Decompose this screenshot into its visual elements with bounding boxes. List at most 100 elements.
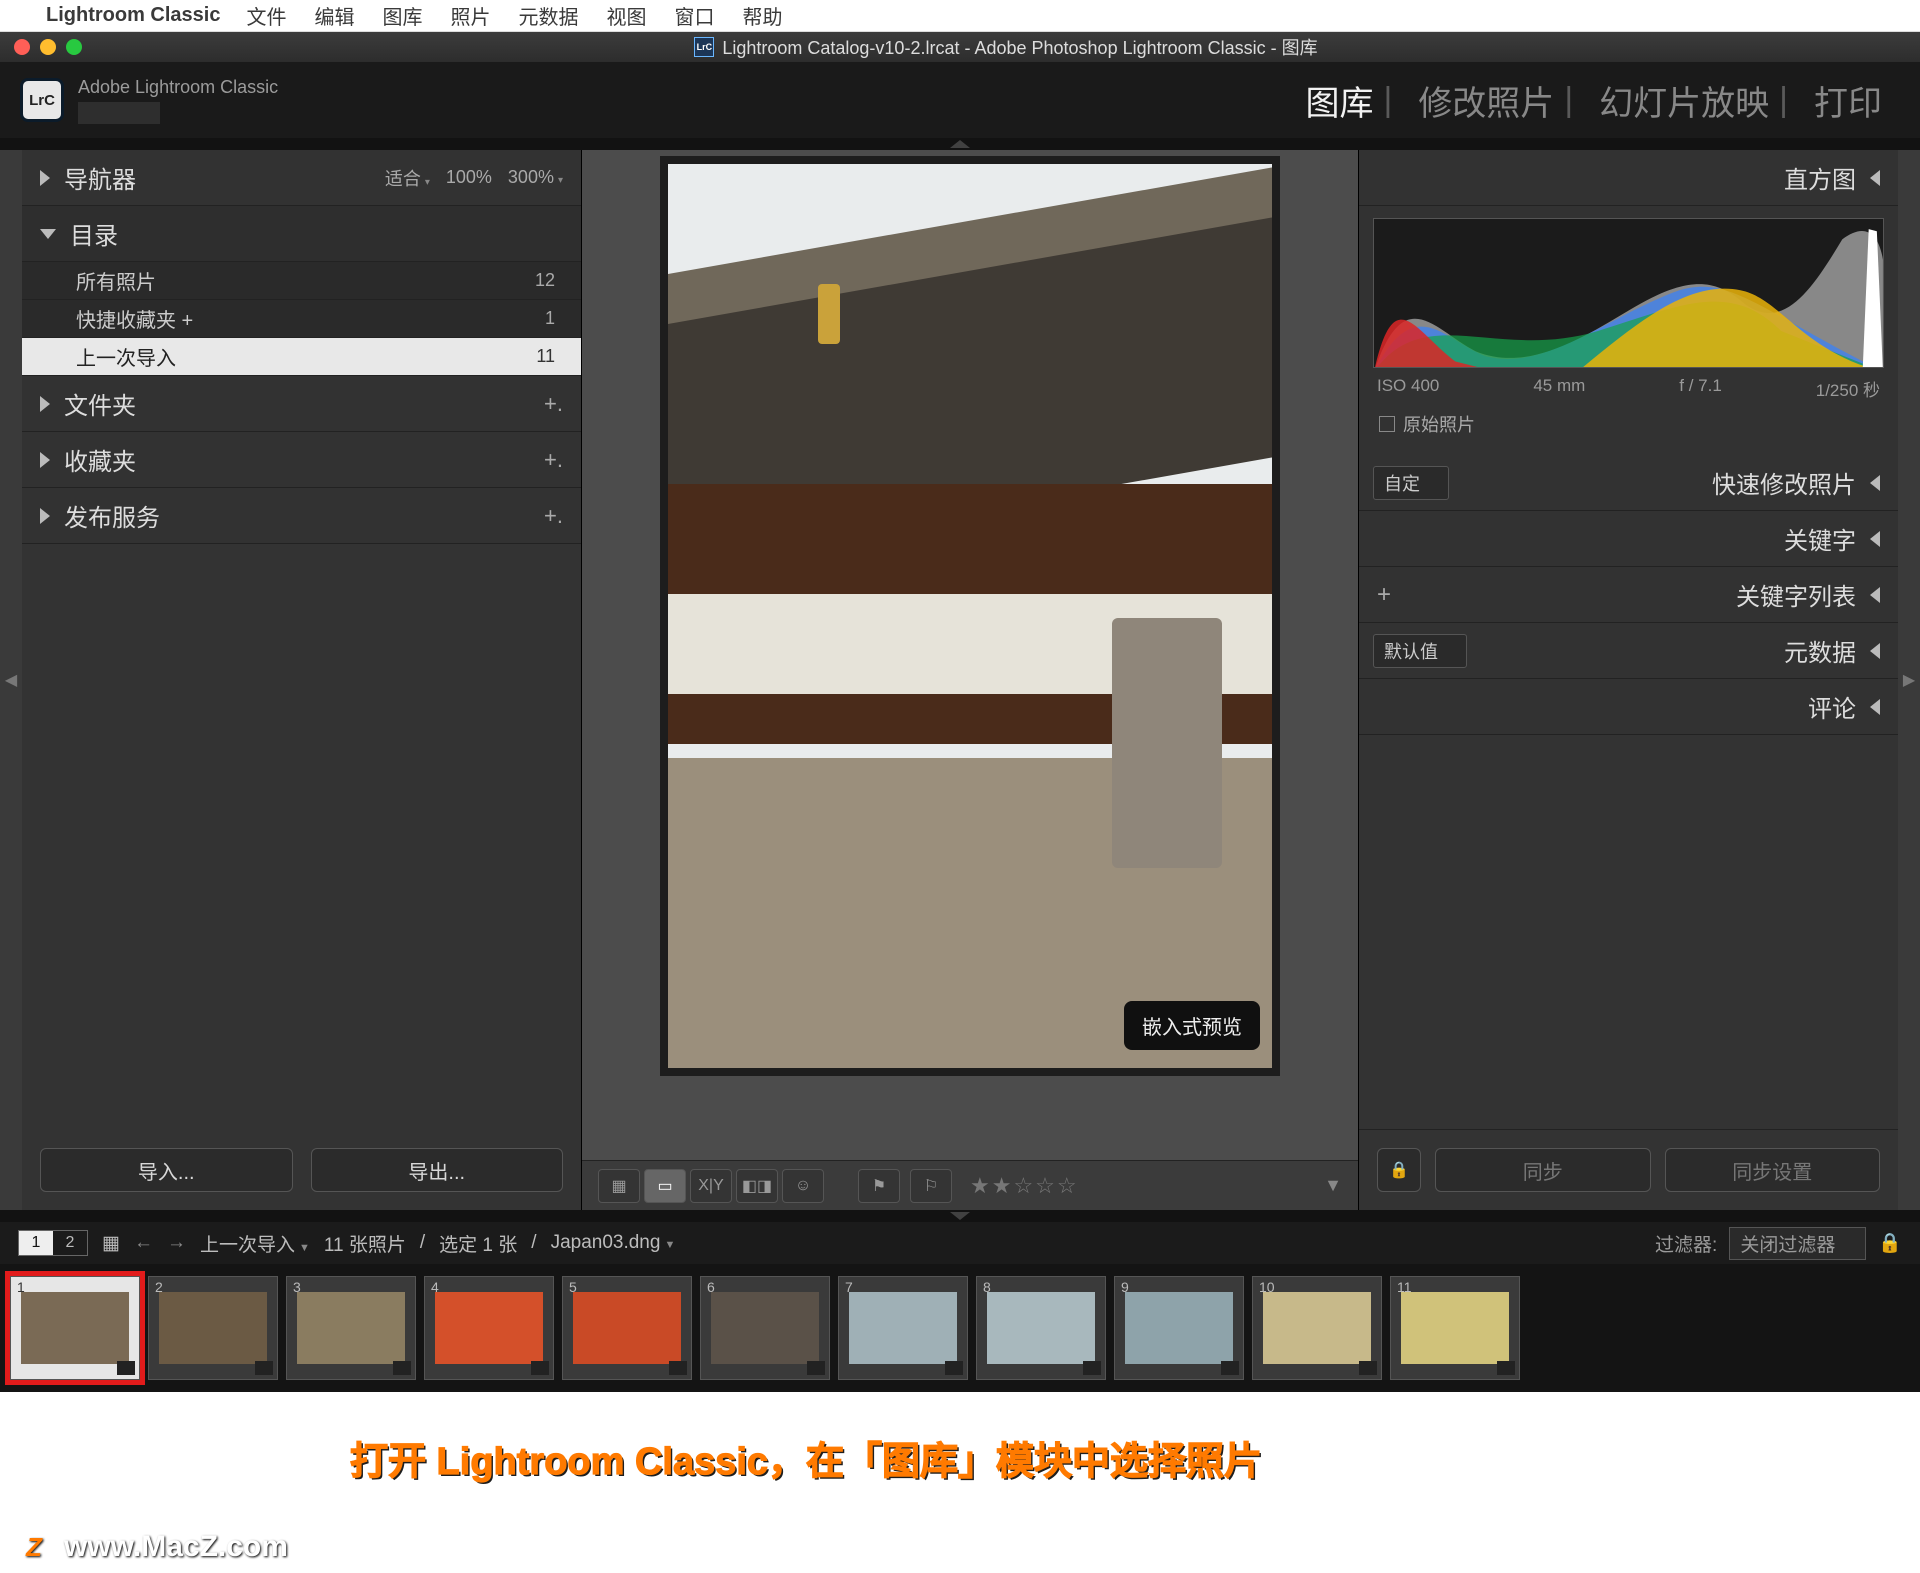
sync-button[interactable]: 同步	[1435, 1148, 1651, 1192]
filmstrip-thumb[interactable]: 7	[838, 1276, 968, 1380]
import-button[interactable]: 导入...	[40, 1148, 293, 1192]
filmstrip-grabber[interactable]	[0, 1210, 1920, 1222]
rating-stars[interactable]: ★★☆☆☆	[970, 1173, 1079, 1199]
zoom-300[interactable]: 300%▾	[508, 167, 563, 188]
quickdev-preset-select[interactable]: 自定	[1373, 466, 1449, 500]
catalog-item-label: 上一次导入	[76, 342, 176, 371]
checkbox-icon	[1379, 416, 1395, 432]
comments-header[interactable]: 评论	[1359, 679, 1898, 735]
survey-view-button[interactable]: ◧◨	[736, 1169, 778, 1203]
catalog-item-quick[interactable]: 快捷收藏夹 + 1	[22, 300, 581, 338]
identity-plate-row: LrC Adobe Lightroom Classic 图库| 修改照片| 幻灯…	[0, 62, 1920, 138]
filmstrip-thumb[interactable]: 4	[424, 1276, 554, 1380]
histogram[interactable]	[1373, 218, 1884, 368]
toolbar-menu-button[interactable]: ▼	[1324, 1175, 1342, 1196]
filmstrip-thumb[interactable]: 1	[10, 1276, 140, 1380]
keywords-title: 关键字	[1784, 521, 1856, 556]
people-view-button[interactable]: ☺	[782, 1169, 824, 1203]
format-badge-icon	[1359, 1361, 1377, 1375]
navigator-header[interactable]: 导航器 适合▾ 100% 300%▾	[22, 150, 581, 206]
collections-add-button[interactable]: +.	[544, 447, 563, 473]
metadata-header[interactable]: 默认值 元数据	[1359, 623, 1898, 679]
menu-help[interactable]: 帮助	[742, 1, 782, 30]
histogram-panel: ISO 400 45 mm f / 7.1 1/250 秒 原始照片	[1359, 206, 1898, 455]
thumb-index: 2	[155, 1279, 163, 1295]
menu-file[interactable]: 文件	[246, 1, 286, 30]
identity-plate-text: Adobe Lightroom Classic	[78, 77, 278, 98]
disclosure-icon	[40, 170, 50, 186]
zoom-fit[interactable]: 适合▾	[385, 165, 430, 191]
catalog-item-all[interactable]: 所有照片 12	[22, 262, 581, 300]
module-develop[interactable]: 修改照片	[1408, 76, 1564, 125]
filmstrip-thumb[interactable]: 11	[1390, 1276, 1520, 1380]
loupe-view[interactable]: 嵌入式预览 ▦ ▭ X|Y ◧◨ ☺ ⚑ ⚐ ★★☆☆☆ ▼	[582, 150, 1358, 1210]
sync-settings-button[interactable]: 同步设置	[1665, 1148, 1881, 1192]
filmstrip[interactable]: 1 2 3 4 5 6 7 8 9 10 11	[0, 1264, 1920, 1392]
jump-grid-icon[interactable]: ▦	[102, 1232, 120, 1255]
quickdev-header[interactable]: 自定 快速修改照片	[1359, 455, 1898, 511]
quickdev-title: 快速修改照片	[1712, 465, 1856, 500]
loupe-view-button[interactable]: ▭	[644, 1169, 686, 1203]
monitor-1[interactable]: 1	[19, 1231, 53, 1255]
menu-view[interactable]: 视图	[606, 1, 646, 30]
source-crumb[interactable]: 上一次导入▼	[200, 1230, 310, 1257]
module-slideshow[interactable]: 幻灯片放映	[1589, 76, 1779, 125]
identity-plate[interactable]: Adobe Lightroom Classic	[78, 77, 278, 124]
titlebar: LrC Lightroom Catalog-v10-2.lrcat - Adob…	[0, 32, 1920, 62]
filmstrip-thumb[interactable]: 3	[286, 1276, 416, 1380]
menu-edit[interactable]: 编辑	[314, 1, 354, 30]
compare-view-button[interactable]: X|Y	[690, 1169, 732, 1203]
flag-reject-button[interactable]: ⚐	[910, 1169, 952, 1203]
module-print[interactable]: 打印	[1804, 76, 1892, 125]
app-name[interactable]: Lightroom Classic	[46, 4, 220, 27]
menu-photo[interactable]: 照片	[450, 1, 490, 30]
filter-select[interactable]: 关闭过滤器	[1729, 1227, 1866, 1260]
nav-fwd-button[interactable]: →	[167, 1232, 186, 1254]
zoom-100[interactable]: 100%	[446, 167, 492, 188]
metadata-preset-select[interactable]: 默认值	[1373, 634, 1467, 668]
filmstrip-thumb[interactable]: 2	[148, 1276, 278, 1380]
flag-pick-button[interactable]: ⚑	[858, 1169, 900, 1203]
filmstrip-thumb[interactable]: 8	[976, 1276, 1106, 1380]
folders-add-button[interactable]: +.	[544, 391, 563, 417]
keywordlist-header[interactable]: + 关键字列表	[1359, 567, 1898, 623]
filmstrip-thumb[interactable]: 5	[562, 1276, 692, 1380]
left-panel-grabber[interactable]: ◀	[0, 150, 22, 1210]
keywordlist-add-button[interactable]: +	[1377, 581, 1391, 609]
menu-library[interactable]: 图库	[382, 1, 422, 30]
disclosure-icon	[1870, 170, 1880, 186]
filmstrip-thumb[interactable]: 9	[1114, 1276, 1244, 1380]
top-panel-grabber[interactable]	[0, 138, 1920, 150]
menu-metadata[interactable]: 元数据	[518, 1, 578, 30]
filter-lock-icon[interactable]: 🔒	[1878, 1231, 1902, 1255]
photo[interactable]	[668, 164, 1272, 1068]
filmstrip-thumb[interactable]: 10	[1252, 1276, 1382, 1380]
catalog-header[interactable]: 目录	[22, 206, 581, 262]
publish-header[interactable]: 发布服务 +.	[22, 488, 581, 544]
monitor-2[interactable]: 2	[53, 1231, 87, 1255]
filename-crumb[interactable]: Japan03.dng▼	[551, 1232, 676, 1254]
original-photo-checkbox[interactable]: 原始照片	[1373, 405, 1884, 449]
grid-view-button[interactable]: ▦	[598, 1169, 640, 1203]
menu-window[interactable]: 窗口	[674, 1, 714, 30]
disclosure-icon	[1870, 531, 1880, 547]
folders-header[interactable]: 文件夹 +.	[22, 376, 581, 432]
right-panel-grabber[interactable]: ▶	[1898, 150, 1920, 1210]
minimize-window-button[interactable]	[40, 39, 56, 55]
histogram-header[interactable]: 直方图	[1359, 150, 1898, 206]
filmstrip-thumb[interactable]: 6	[700, 1276, 830, 1380]
module-library[interactable]: 图库	[1295, 76, 1383, 125]
nav-back-button[interactable]: ←	[134, 1232, 153, 1254]
publish-add-button[interactable]: +.	[544, 503, 563, 529]
sync-lock-button[interactable]: 🔒	[1377, 1148, 1421, 1192]
keywords-header[interactable]: 关键字	[1359, 511, 1898, 567]
catalog-item-lastimport[interactable]: 上一次导入 11	[22, 338, 581, 376]
format-badge-icon	[807, 1361, 825, 1375]
secondary-monitor-toggle[interactable]: 1 2	[18, 1230, 88, 1256]
catalog-title: 目录	[70, 216, 118, 251]
export-button[interactable]: 导出...	[311, 1148, 564, 1192]
identity-swatch	[78, 102, 160, 124]
close-window-button[interactable]	[14, 39, 30, 55]
collections-header[interactable]: 收藏夹 +.	[22, 432, 581, 488]
zoom-window-button[interactable]	[66, 39, 82, 55]
